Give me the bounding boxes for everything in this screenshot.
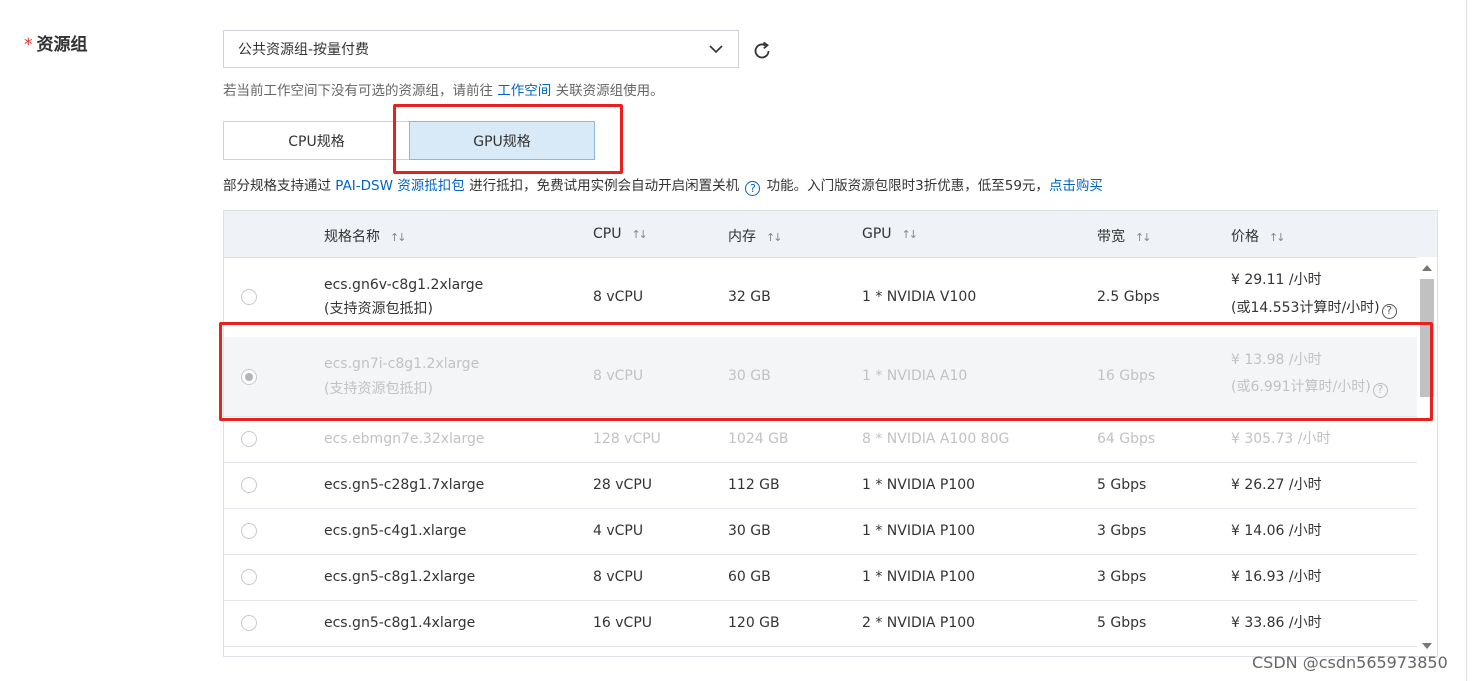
spec-memory: 112 GB: [728, 477, 780, 493]
table-row[interactable]: ecs.gn5-c4g1.xlarge 4 vCPU 30 GB 1 * NVI…: [224, 508, 1417, 555]
notice-part3: 功能。入门版资源包限时3折优惠，低至59元，: [762, 178, 1049, 194]
table-scrollbar[interactable]: [1417, 257, 1437, 656]
spec-cpu: 16 vCPU: [593, 615, 653, 631]
resource-group-label-text: 资源组: [36, 35, 88, 55]
spec-cpu: 28 vCPU: [593, 477, 653, 493]
header-memory-label: 内存: [728, 229, 756, 245]
highlight-box-selected-row: [219, 322, 1433, 421]
spec-name: ecs.gn5-c8g1.2xlarge: [324, 569, 476, 585]
spec-memory: 1024 GB: [728, 431, 789, 447]
row-radio[interactable]: [241, 569, 257, 585]
resource-group-select-value: 公共资源组-按量付费: [238, 42, 370, 58]
sort-icon[interactable]: ↑↓: [631, 228, 648, 241]
spec-bandwidth: 5 Gbps: [1097, 477, 1147, 493]
workspace-link[interactable]: 工作空间: [497, 83, 551, 99]
row-radio[interactable]: [241, 477, 257, 493]
spec-price: ¥ 305.73 /小时: [1231, 431, 1331, 447]
spec-name: ecs.gn5-c8g1.4xlarge: [324, 615, 476, 631]
tab-cpu-spec[interactable]: CPU规格: [223, 121, 410, 160]
spec-gpu: 2 * NVIDIA P100: [862, 615, 976, 631]
spec-name: ecs.ebmgn7e.32xlarge: [324, 431, 485, 447]
header-cpu-label: CPU: [593, 226, 622, 242]
dsw-resource-package-link[interactable]: PAI-DSW 资源抵扣包: [335, 178, 464, 194]
scroll-up-arrow-icon[interactable]: [1422, 265, 1432, 271]
spec-name: ecs.gn5-c28g1.7xlarge: [324, 477, 485, 493]
spec-gpu: 1 * NVIDIA P100: [862, 477, 976, 493]
spec-memory: 120 GB: [728, 615, 780, 631]
header-gpu[interactable]: GPU ↑↓: [862, 226, 919, 242]
row-radio[interactable]: [241, 615, 257, 631]
spec-bandwidth: 3 Gbps: [1097, 569, 1147, 585]
page-divider: [1466, 0, 1467, 681]
header-cpu[interactable]: CPU ↑↓: [593, 226, 648, 242]
table-row[interactable]: ecs.gn5-c8g1.4xlarge 16 vCPU 120 GB 2 * …: [224, 600, 1417, 647]
spec-name-note: (支持资源包抵扣): [324, 301, 433, 317]
resource-group-select[interactable]: 公共资源组-按量付费: [223, 30, 739, 68]
table-header: 规格名称 ↑↓ CPU ↑↓ 内存 ↑↓ GPU ↑↓ 带宽 ↑↓ 价格 ↑↓: [224, 211, 1437, 258]
header-bandwidth[interactable]: 带宽 ↑↓: [1097, 226, 1152, 246]
help-icon[interactable]: ?: [1381, 303, 1397, 319]
notice-part1: 部分规格支持通过: [223, 178, 336, 194]
spec-gpu: 1 * NVIDIA P100: [862, 523, 976, 539]
spec-notice: 部分规格支持通过 PAI-DSW 资源抵扣包 进行抵扣，免费试用实例会自动开启闲…: [223, 174, 1103, 196]
spec-bandwidth: 64 Gbps: [1097, 431, 1156, 447]
chevron-down-icon: [709, 45, 723, 54]
spec-bandwidth: 2.5 Gbps: [1097, 289, 1160, 305]
spec-cpu: 8 vCPU: [593, 569, 644, 585]
header-gpu-label: GPU: [862, 226, 892, 242]
watermark: CSDN @csdn565973850: [1252, 653, 1448, 672]
table-row[interactable]: ecs.gn5-c8g1.2xlarge 8 vCPU 60 GB 1 * NV…: [224, 554, 1417, 601]
spec-bandwidth: 3 Gbps: [1097, 523, 1147, 539]
spec-memory: 32 GB: [728, 289, 771, 305]
header-name-label: 规格名称: [324, 229, 380, 245]
spec-cpu: 8 vCPU: [593, 289, 644, 305]
highlight-box-gpu-tab: [393, 104, 623, 174]
spec-price: ¥ 26.27 /小时: [1231, 477, 1322, 493]
sort-icon[interactable]: ↑↓: [902, 228, 919, 241]
spec-cpu: 128 vCPU: [593, 431, 661, 447]
hint-suffix: 关联资源组使用。: [551, 83, 664, 99]
spec-price: ¥ 16.93 /小时: [1231, 569, 1322, 585]
header-name[interactable]: 规格名称 ↑↓: [324, 226, 407, 246]
refresh-icon[interactable]: [751, 40, 773, 62]
spec-gpu: 1 * NVIDIA P100: [862, 569, 976, 585]
spec-bandwidth: 5 Gbps: [1097, 615, 1147, 631]
hint-prefix: 若当前工作空间下没有可选的资源组，请前往: [223, 83, 498, 99]
notice-part2: 进行抵扣，免费试用实例会自动开启闲置关机: [464, 178, 744, 194]
header-price-label: 价格: [1231, 229, 1259, 245]
row-radio[interactable]: [241, 289, 257, 305]
table-row[interactable]: ecs.gn5-c28g1.7xlarge 28 vCPU 112 GB 1 *…: [224, 462, 1417, 509]
sort-icon[interactable]: ↑↓: [390, 231, 407, 244]
spec-price: ¥ 29.11 /小时: [1231, 272, 1322, 288]
spec-name: ecs.gn6v-c8g1.2xlarge: [324, 277, 484, 293]
spec-name: ecs.gn5-c4g1.xlarge: [324, 523, 467, 539]
spec-memory: 60 GB: [728, 569, 771, 585]
table-row[interactable]: ecs.ebmgn7e.32xlarge 128 vCPU 1024 GB 8 …: [224, 416, 1417, 463]
spec-cpu: 4 vCPU: [593, 523, 644, 539]
spec-memory: 30 GB: [728, 523, 771, 539]
spec-table: 规格名称 ↑↓ CPU ↑↓ 内存 ↑↓ GPU ↑↓ 带宽 ↑↓ 价格 ↑↓ ecs.gn…: [223, 210, 1438, 657]
sort-icon[interactable]: ↑↓: [1269, 231, 1286, 244]
buy-link[interactable]: 点击购买: [1049, 178, 1103, 194]
header-price[interactable]: 价格 ↑↓: [1231, 226, 1286, 246]
required-mark: *: [24, 35, 33, 55]
row-radio[interactable]: [241, 523, 257, 539]
resource-group-label: * 资源组: [24, 30, 88, 55]
spec-price-alt-text: (或14.553计算时/小时): [1231, 300, 1380, 316]
spec-gpu: 1 * NVIDIA V100: [862, 289, 977, 305]
header-bandwidth-label: 带宽: [1097, 229, 1125, 245]
spec-price-alt: (或14.553计算时/小时)?: [1231, 296, 1399, 320]
help-icon[interactable]: ?: [745, 181, 761, 196]
scroll-down-arrow-icon[interactable]: [1422, 643, 1432, 649]
sort-icon[interactable]: ↑↓: [766, 231, 783, 244]
row-radio[interactable]: [241, 431, 257, 447]
spec-gpu: 8 * NVIDIA A100 80G: [862, 431, 1010, 447]
spec-price: ¥ 33.86 /小时: [1231, 615, 1322, 631]
resource-group-hint: 若当前工作空间下没有可选的资源组，请前往 工作空间 关联资源组使用。: [223, 79, 664, 99]
header-memory[interactable]: 内存 ↑↓: [728, 226, 783, 246]
sort-icon[interactable]: ↑↓: [1135, 231, 1152, 244]
spec-price: ¥ 14.06 /小时: [1231, 523, 1322, 539]
